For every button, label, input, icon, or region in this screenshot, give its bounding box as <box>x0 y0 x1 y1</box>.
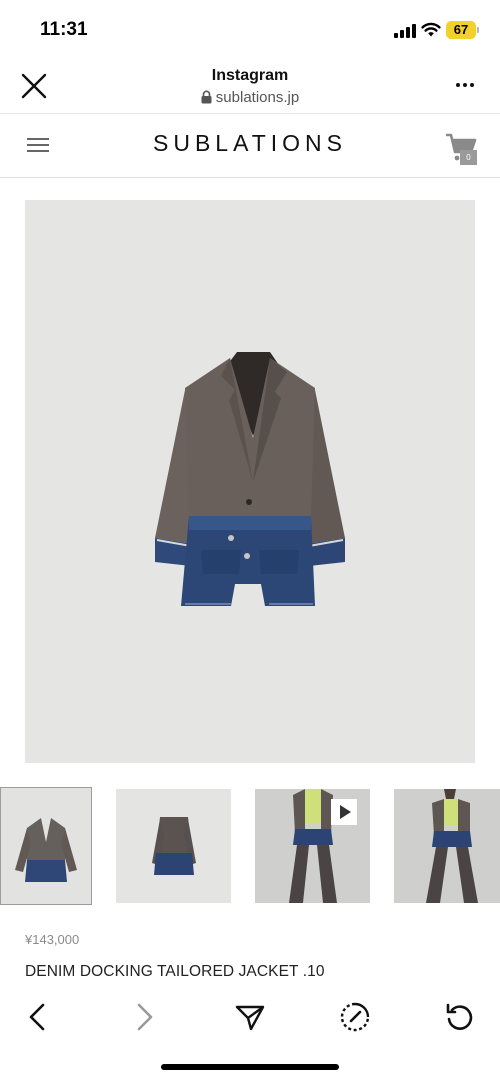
battery-tip <box>477 27 479 33</box>
site-header: SUBLATIONS <box>0 114 500 178</box>
status-time: 11:31 <box>40 19 88 40</box>
battery-level: 67 <box>446 21 476 39</box>
product-image-jacket[interactable] <box>25 200 475 763</box>
thumbnail-jacket-back[interactable] <box>116 789 231 903</box>
back-arrow-icon[interactable] <box>22 1001 54 1033</box>
status-bar: 11:31 67 <box>0 0 500 58</box>
thumbnail-model[interactable] <box>394 789 500 903</box>
browser-url[interactable]: sublations.jp <box>0 89 500 106</box>
browser-url-text: sublations.jp <box>215 89 300 106</box>
thumbnail-jacket-front[interactable] <box>0 787 92 905</box>
brand-logo[interactable]: SUBLATIONS <box>0 130 500 157</box>
refresh-icon[interactable] <box>444 1001 476 1033</box>
forward-arrow-icon[interactable] <box>128 1001 160 1033</box>
browser-title: Instagram <box>211 67 289 84</box>
wifi-icon <box>421 22 441 37</box>
home-indicator[interactable] <box>161 1064 339 1070</box>
cellular-signal-icon <box>394 24 416 38</box>
product-name: DENIM DOCKING TAILORED JACKET .10 <box>25 963 325 980</box>
jacket-illustration <box>155 352 345 606</box>
lock-icon <box>201 90 212 104</box>
play-icon[interactable] <box>331 799 357 825</box>
share-icon[interactable] <box>234 1001 266 1033</box>
browser-toolbar <box>0 995 500 1045</box>
compass-icon[interactable] <box>339 1001 371 1033</box>
thumbnail-strip <box>0 787 500 905</box>
cart-count-badge: 0 <box>460 150 477 165</box>
product-price: ¥143,000 <box>25 932 80 947</box>
browser-header: Instagram sublations.jp <box>0 58 500 114</box>
more-icon[interactable] <box>450 73 480 97</box>
